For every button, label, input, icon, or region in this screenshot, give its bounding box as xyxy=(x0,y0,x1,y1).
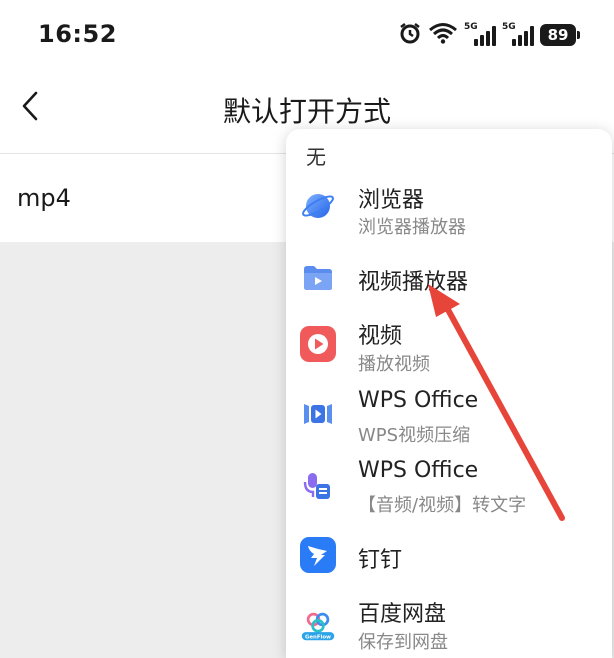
file-extension: mp4 xyxy=(17,184,71,212)
clock: 16:52 xyxy=(38,20,117,48)
menu-item-label: WPS Office xyxy=(358,458,479,483)
menu-item-label: 百度网盘 xyxy=(358,602,447,627)
status-icons: 5G 5G 89 xyxy=(398,21,580,49)
menu-item-label: WPS Office xyxy=(358,388,479,413)
battery-icon: 89 xyxy=(540,24,580,46)
menu-item-baidu-netdisk[interactable]: GenFlow 百度网盘 保存到网盘 xyxy=(286,592,612,658)
menu-item-sub: 保存到网盘 xyxy=(358,632,448,653)
signal-icon-sim2: 5G xyxy=(502,22,534,46)
status-bar: 16:52 5G 5G 89 xyxy=(0,0,614,70)
video-folder-icon xyxy=(300,260,336,296)
baidu-netdisk-icon: GenFlow xyxy=(300,606,336,642)
alarm-icon xyxy=(398,21,422,49)
wifi-icon xyxy=(428,22,458,48)
menu-item-none[interactable]: 无 xyxy=(306,141,326,170)
signal-icon-sim1: 5G xyxy=(464,22,496,46)
dingtalk-icon xyxy=(300,537,336,573)
menu-item-label: 视频 xyxy=(358,324,403,349)
menu-item-label: 钉钉 xyxy=(358,548,403,573)
menu-item-sub: WPS视频压缩 xyxy=(358,425,471,446)
menu-item-browser[interactable]: 浏览器 浏览器播放器 xyxy=(286,172,612,242)
planet-icon xyxy=(300,188,336,224)
menu-item-video[interactable]: 视频 播放视频 xyxy=(286,312,612,382)
menu-item-sub: 播放视频 xyxy=(358,354,430,375)
menu-item-sub: 浏览器播放器 xyxy=(358,217,466,238)
play-icon xyxy=(300,326,336,362)
wps-speech-to-text-icon xyxy=(300,468,336,504)
page-title: 默认打开方式 xyxy=(222,95,391,128)
menu-item-wps-speech-to-text[interactable]: WPS Office 【音频/视频】转文字 xyxy=(286,452,612,522)
baidu-icon-caption: GenFlow xyxy=(305,634,331,640)
menu-item-sub: 【音频/视频】转文字 xyxy=(358,495,527,516)
wps-video-compress-icon xyxy=(300,396,336,432)
menu-item-label: 视频播放器 xyxy=(358,270,469,295)
menu-item-wps-video-compress[interactable]: WPS Office WPS视频压缩 xyxy=(286,382,612,452)
menu-item-video-player[interactable]: 视频播放器 xyxy=(286,242,612,312)
menu-item-label: 浏览器 xyxy=(358,188,425,213)
menu-item-dingtalk[interactable]: 钉钉 xyxy=(286,522,612,592)
open-with-menu: 无 浏览器 浏览器播放器 视频播放器 视频 播放视频 WPS Office WP… xyxy=(286,129,612,658)
